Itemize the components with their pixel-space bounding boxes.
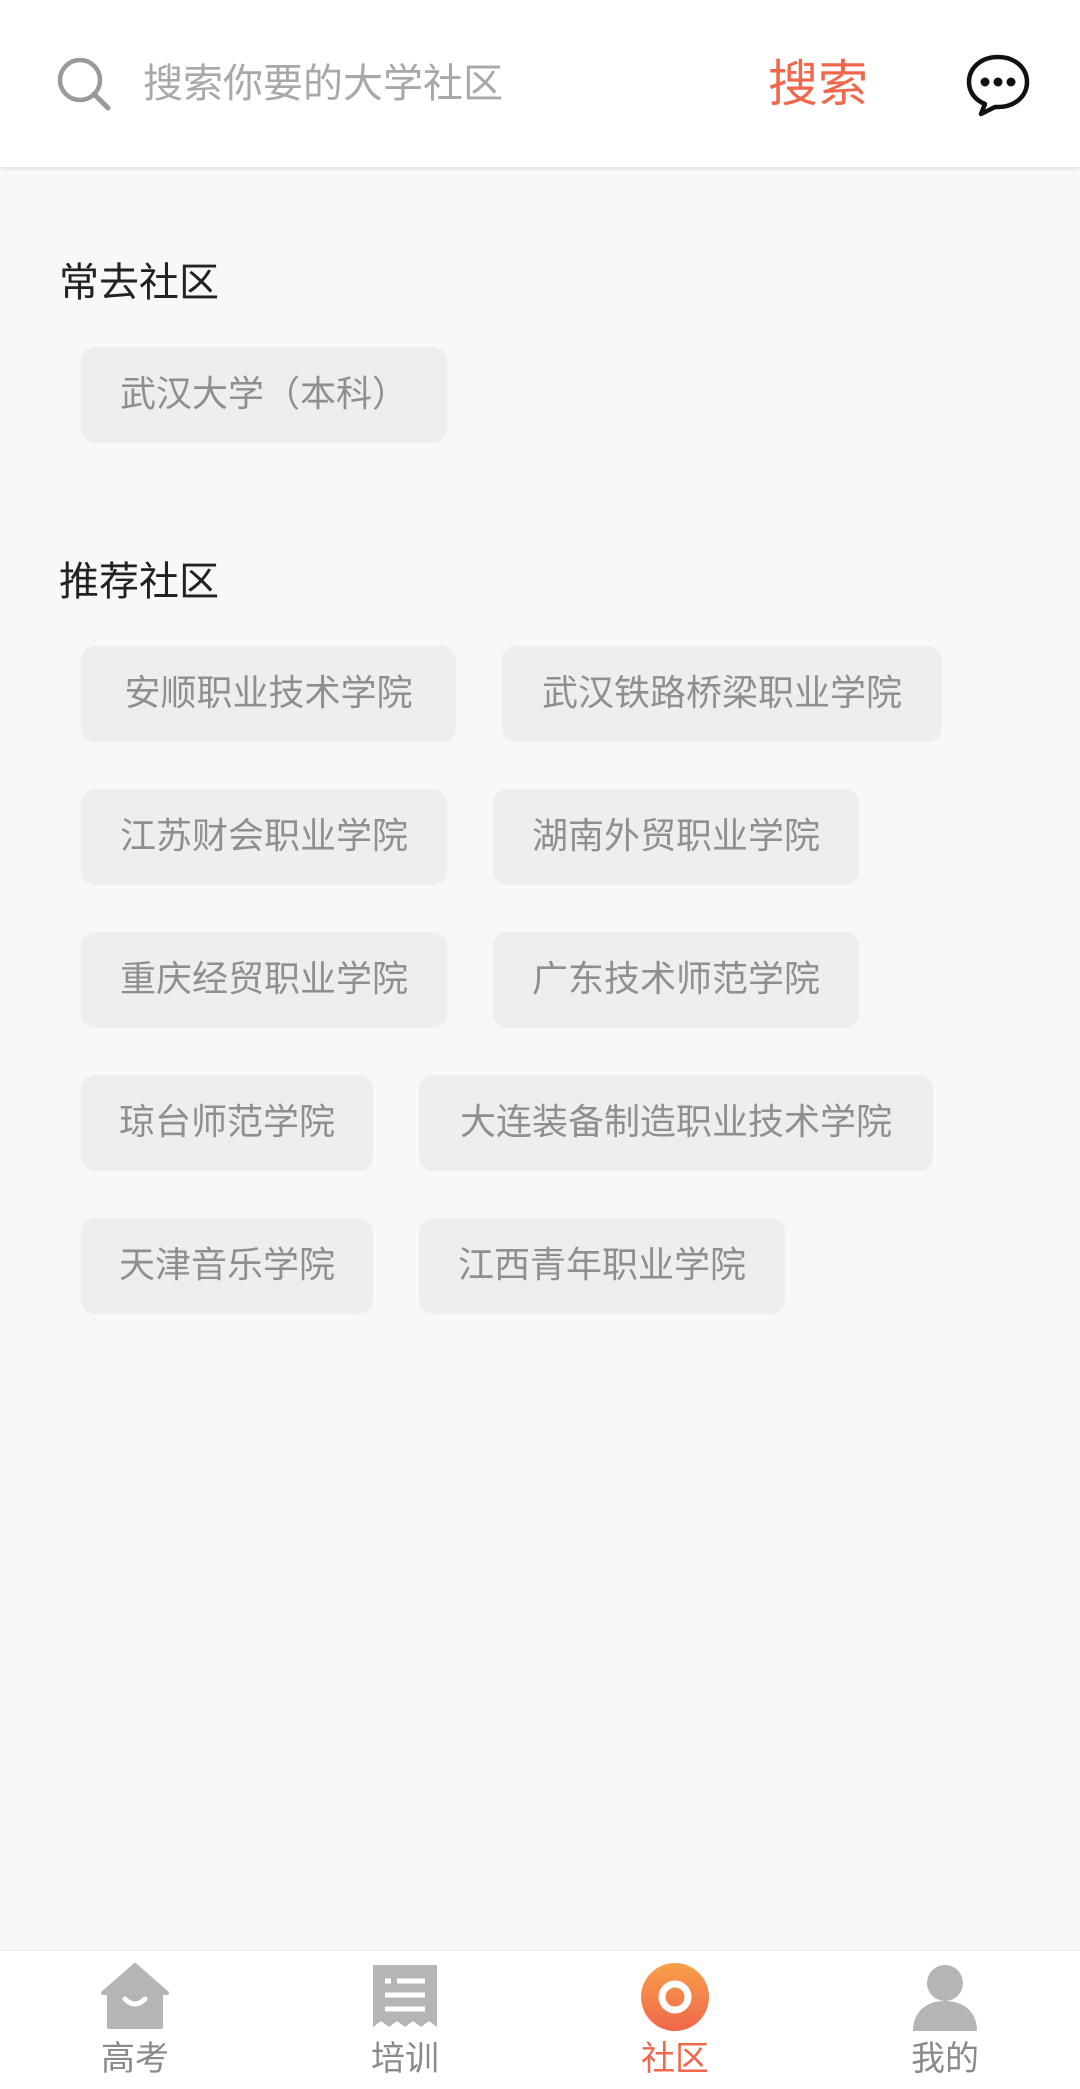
community-chip[interactable]: 江西青年职业学院 [419,1218,785,1314]
frequent-section-title: 常去社区 [59,260,219,306]
tab-label: 我的 [911,2039,979,2079]
search-input[interactable] [143,52,703,116]
recommended-section-title: 推荐社区 [59,559,219,605]
user-icon [913,1965,977,2031]
search-bar: 搜索 [0,0,1080,167]
tab-mine[interactable]: 我的 [810,1951,1080,2089]
community-chip[interactable]: 天津音乐学院 [81,1218,373,1314]
tab-training[interactable]: 培训 [270,1951,540,2089]
search-button[interactable]: 搜索 [768,48,868,120]
community-chip[interactable]: 大连装备制造职业技术学院 [419,1075,933,1171]
community-chip[interactable]: 武汉铁路桥梁职业学院 [502,646,942,742]
community-chip[interactable]: 广东技术师范学院 [493,932,859,1028]
tab-label: 培训 [371,2039,439,2079]
document-icon [373,1965,437,2027]
community-ring-icon [641,1963,709,2031]
bottom-tab-bar: 高考 培训 社区 我的 [0,1950,1080,2089]
tab-label: 高考 [101,2039,169,2079]
chat-bubble-icon[interactable] [964,52,1032,118]
community-chip[interactable]: 琼台师范学院 [81,1075,373,1171]
tab-label: 社区 [641,2039,709,2079]
community-chip[interactable]: 湖南外贸职业学院 [493,789,859,885]
home-icon [101,1963,169,2029]
tab-community[interactable]: 社区 [540,1951,810,2089]
search-icon [57,57,111,111]
community-chip[interactable]: 江苏财会职业学院 [81,789,447,885]
community-chip[interactable]: 武汉大学（本科） [81,347,447,443]
community-chip[interactable]: 重庆经贸职业学院 [81,932,447,1028]
community-chip[interactable]: 安顺职业技术学院 [81,646,456,742]
tab-gaokao[interactable]: 高考 [0,1951,270,2089]
